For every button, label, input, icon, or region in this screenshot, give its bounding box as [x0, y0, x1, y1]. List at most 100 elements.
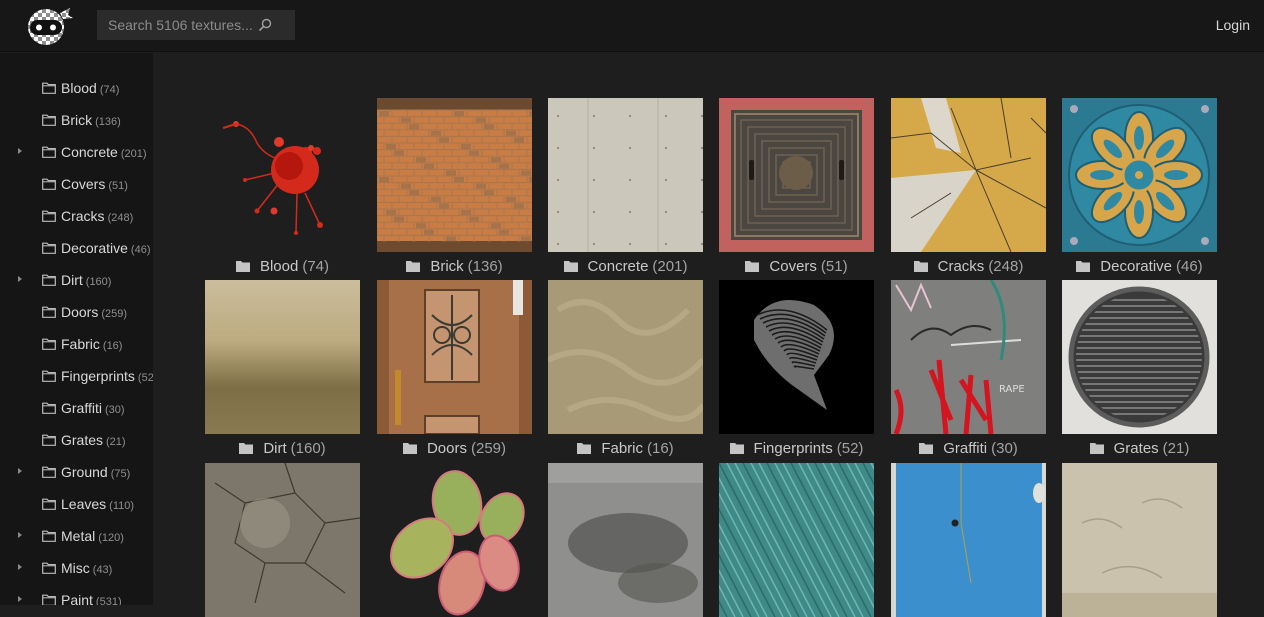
- expand-arrow-icon[interactable]: [18, 468, 22, 474]
- sidebar-item-label: Fabric (16): [61, 336, 123, 352]
- svg-text:RAPE: RAPE: [999, 384, 1025, 395]
- texture-category-tile[interactable]: Cracks (248): [891, 98, 1046, 277]
- tile-caption[interactable]: Concrete (201): [548, 255, 703, 277]
- tile-label: Dirt: [263, 439, 287, 457]
- sidebar-item-label: Graffiti (30): [61, 400, 125, 416]
- sidebar-item-ground[interactable]: Ground (75): [0, 456, 153, 488]
- tile-caption[interactable]: Brick (136): [377, 255, 532, 277]
- sidebar-item-grates[interactable]: Grates (21): [0, 424, 153, 456]
- texture-category-tile[interactable]: [719, 463, 874, 617]
- folder-outline-icon: [42, 82, 56, 94]
- tile-caption[interactable]: Covers (51): [719, 255, 874, 277]
- sidebar-item-concrete[interactable]: Concrete (201): [0, 136, 153, 168]
- texture-thumbnail[interactable]: [548, 280, 703, 434]
- texture-category-tile[interactable]: Covers (51): [719, 98, 874, 277]
- tile-count: (30): [991, 439, 1018, 457]
- texture-category-tile[interactable]: RAPE Graffiti (30): [891, 280, 1046, 459]
- tile-count: (52): [836, 439, 864, 457]
- tile-caption[interactable]: Blood (74): [205, 255, 360, 277]
- sidebar-item-leaves[interactable]: Leaves (110): [0, 488, 153, 520]
- yellow-cracked-paint-thumbnail: [891, 98, 1046, 252]
- tile-caption[interactable]: Fingerprints (52): [719, 437, 874, 459]
- texture-category-tile[interactable]: Dirt (160): [205, 280, 360, 459]
- texture-category-tile[interactable]: Fingerprints (52): [719, 280, 874, 459]
- sidebar-item-count: (75): [110, 468, 131, 480]
- tile-count: (201): [652, 257, 688, 275]
- tile-caption[interactable]: Fabric (16): [548, 437, 703, 459]
- texture-category-tile[interactable]: [377, 463, 532, 617]
- sidebar-item-covers[interactable]: Covers (51): [0, 168, 153, 200]
- expand-arrow-icon[interactable]: [18, 532, 22, 538]
- texture-thumbnail[interactable]: [377, 463, 532, 617]
- wooden-door-thumbnail: [377, 280, 532, 434]
- tile-caption[interactable]: Doors (259): [377, 437, 532, 459]
- texture-thumbnail[interactable]: [719, 280, 874, 434]
- texture-thumbnail[interactable]: [548, 463, 703, 617]
- sidebar-item-decorative[interactable]: Decorative (46): [0, 232, 153, 264]
- texture-category-tile[interactable]: Brick (136): [377, 98, 532, 277]
- login-link[interactable]: Login: [1216, 17, 1250, 33]
- sidebar-item-fabric[interactable]: Fabric (16): [0, 328, 153, 360]
- texture-thumbnail[interactable]: [205, 98, 360, 252]
- expand-arrow-icon[interactable]: [18, 564, 22, 570]
- texture-category-tile[interactable]: Concrete (201): [548, 98, 703, 277]
- sidebar-item-brick[interactable]: Brick (136): [0, 104, 153, 136]
- tile-label: Fabric: [601, 439, 643, 457]
- texture-thumbnail[interactable]: [719, 98, 874, 252]
- texture-thumbnail[interactable]: [1062, 280, 1217, 434]
- sidebar-item-dirt[interactable]: Dirt (160): [0, 264, 153, 296]
- search-box[interactable]: [97, 10, 295, 40]
- tile-caption[interactable]: Dirt (160): [205, 437, 360, 459]
- folder-icon: [1076, 260, 1091, 272]
- ninja-logo-icon[interactable]: [22, 5, 74, 47]
- texture-category-tile[interactable]: [548, 463, 703, 617]
- search-icon[interactable]: [257, 17, 273, 33]
- sidebar-item-paint[interactable]: Paint (531): [0, 584, 153, 605]
- texture-category-tile[interactable]: Decorative (46): [1062, 98, 1217, 277]
- texture-category-tile[interactable]: [1062, 463, 1217, 617]
- sidebar-item-count: (16): [102, 340, 123, 352]
- tile-caption[interactable]: Grates (21): [1062, 437, 1217, 459]
- expand-arrow-icon[interactable]: [18, 148, 22, 154]
- sidebar-item-misc[interactable]: Misc (43): [0, 552, 153, 584]
- texture-thumbnail[interactable]: [719, 463, 874, 617]
- folder-outline-icon: [42, 466, 56, 478]
- expand-arrow-icon[interactable]: [18, 276, 22, 282]
- texture-thumbnail[interactable]: [891, 98, 1046, 252]
- fingerprint-on-black-thumbnail: [719, 280, 874, 434]
- texture-thumbnail[interactable]: [891, 463, 1046, 617]
- sidebar-item-blood[interactable]: Blood (74): [0, 72, 153, 104]
- texture-thumbnail[interactable]: [1062, 463, 1217, 617]
- texture-category-tile[interactable]: Grates (21): [1062, 280, 1217, 459]
- texture-category-tile[interactable]: Blood (74): [205, 98, 360, 277]
- texture-thumbnail[interactable]: [205, 463, 360, 617]
- sidebar-item-graffiti[interactable]: Graffiti (30): [0, 392, 153, 424]
- folder-outline-icon: [42, 434, 56, 446]
- search-input[interactable]: [108, 17, 258, 33]
- dirty-beige-wall-thumbnail: [205, 280, 360, 434]
- texture-category-tile[interactable]: [205, 463, 360, 617]
- sidebar-item-label: Grates (21): [61, 432, 126, 448]
- texture-category-tile[interactable]: [891, 463, 1046, 617]
- sidebar-item-metal[interactable]: Metal (120): [0, 520, 153, 552]
- texture-thumbnail[interactable]: [377, 98, 532, 252]
- sidebar-item-fingerprints[interactable]: Fingerprints(52): [0, 360, 153, 392]
- texture-thumbnail[interactable]: [548, 98, 703, 252]
- texture-category-tile[interactable]: Fabric (16): [548, 280, 703, 459]
- sidebar-item-doors[interactable]: Doors (259): [0, 296, 153, 328]
- texture-category-tile[interactable]: Doors (259): [377, 280, 532, 459]
- expand-arrow-icon[interactable]: [18, 596, 22, 602]
- tile-caption[interactable]: Cracks (248): [891, 255, 1046, 277]
- tile-label: Brick: [430, 257, 464, 275]
- texture-thumbnail[interactable]: [205, 280, 360, 434]
- tile-caption[interactable]: Graffiti (30): [891, 437, 1046, 459]
- folder-outline-icon: [42, 530, 56, 542]
- orange-brick-wall-thumbnail: [377, 98, 532, 252]
- folder-outline-icon: [42, 498, 56, 510]
- texture-thumbnail[interactable]: [377, 280, 532, 434]
- category-sidebar: Blood (74) Brick (136) Concrete (201) Covers (5…: [0, 53, 153, 605]
- sidebar-item-cracks[interactable]: Cracks (248): [0, 200, 153, 232]
- tile-caption[interactable]: Decorative (46): [1062, 255, 1217, 277]
- texture-thumbnail[interactable]: [1062, 98, 1217, 252]
- texture-thumbnail[interactable]: RAPE: [891, 280, 1046, 434]
